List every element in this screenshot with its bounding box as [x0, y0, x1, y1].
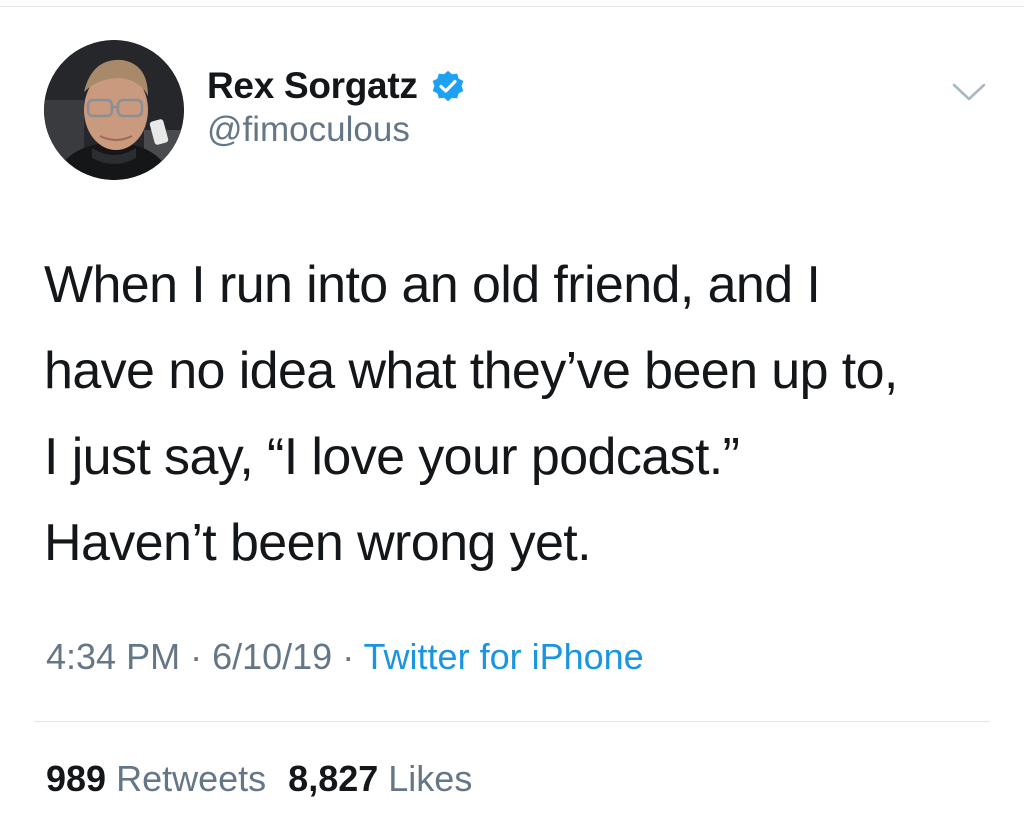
retweets-count: 989 — [46, 758, 107, 799]
stats-divider — [34, 721, 990, 722]
avatar[interactable] — [44, 40, 184, 180]
tweet-line: When I run into an old friend, and I — [44, 256, 821, 314]
tweet-date: 6/10/19 — [212, 636, 333, 677]
chevron-down-icon[interactable] — [949, 80, 989, 104]
tweet-stats: 989 Retweets 8,827 Likes — [46, 758, 472, 800]
tweet-line: have no idea what they’ve been up to, — [44, 342, 898, 400]
likes-stat[interactable]: 8,827 Likes — [288, 758, 472, 799]
retweets-stat[interactable]: 989 Retweets — [46, 758, 266, 799]
retweets-label: Retweets — [116, 758, 267, 799]
tweet-time: 4:34 PM — [46, 636, 181, 677]
meta-separator: · — [332, 636, 364, 677]
display-name[interactable]: Rex Sorgatz — [207, 65, 418, 107]
verified-badge-icon — [430, 68, 466, 104]
top-divider — [0, 6, 1024, 7]
user-handle[interactable]: @fimoculous — [207, 110, 410, 150]
likes-label: Likes — [388, 758, 473, 799]
user-name-row: Rex Sorgatz — [207, 62, 466, 110]
avatar-photo — [44, 40, 184, 180]
tweet-line: Haven’t been wrong yet. — [44, 514, 592, 572]
tweet-text: When I run into an old friend, and I hav… — [44, 242, 994, 586]
tweet-line: I just say, “I love your podcast.” — [44, 428, 740, 486]
meta-separator: · — [180, 636, 213, 677]
likes-count: 8,827 — [288, 758, 379, 799]
tweet-source-link[interactable]: Twitter for iPhone — [364, 636, 644, 677]
tweet-meta: 4:34 PM · 6/10/19 · Twitter for iPhone — [46, 636, 644, 678]
